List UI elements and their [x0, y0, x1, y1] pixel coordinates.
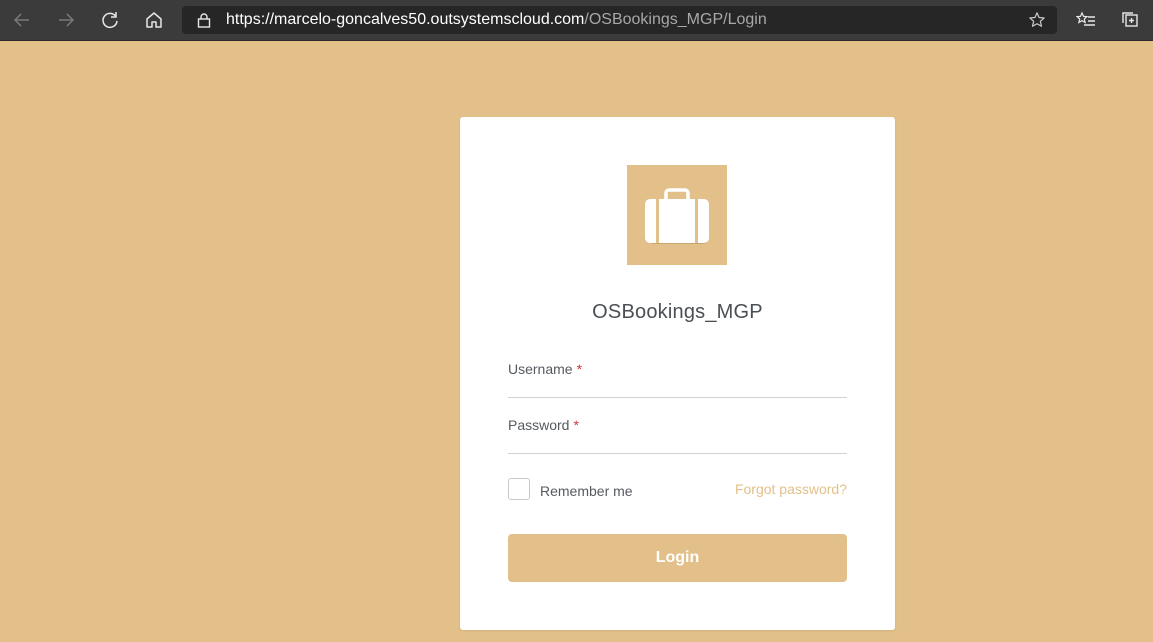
home-icon[interactable] — [142, 8, 166, 32]
remember-me-checkbox[interactable] — [508, 478, 530, 500]
refresh-icon[interactable] — [98, 8, 122, 32]
back-arrow-icon[interactable] — [10, 8, 34, 32]
remember-me-label[interactable]: Remember me — [540, 483, 633, 499]
favorite-star-icon[interactable] — [1027, 10, 1047, 30]
collections-icon[interactable] — [1118, 8, 1142, 32]
address-bar[interactable]: https://marcelo-goncalves50.outsystemscl… — [182, 6, 1057, 34]
password-input[interactable] — [508, 417, 851, 455]
username-input[interactable] — [508, 361, 851, 399]
login-card: OSBookings_MGP Username * Password * Remem… — [460, 117, 895, 630]
username-field[interactable]: Username * — [508, 361, 851, 399]
login-button[interactable]: Login — [508, 534, 847, 582]
url-text: https://marcelo-goncalves50.outsystemscl… — [226, 11, 767, 29]
lock-icon — [197, 13, 211, 28]
forward-arrow-icon[interactable] — [54, 8, 78, 32]
app-logo — [627, 165, 727, 265]
briefcase-icon — [645, 188, 709, 244]
url-host: https://marcelo-goncalves50.outsystemscl… — [226, 11, 585, 28]
favorites-list-icon[interactable] — [1074, 8, 1098, 32]
browser-toolbar: https://marcelo-goncalves50.outsystemscl… — [0, 0, 1153, 41]
forgot-password-link[interactable]: Forgot password? — [735, 481, 847, 497]
app-name: OSBookings_MGP — [592, 301, 763, 323]
url-path: /OSBookings_MGP/Login — [584, 11, 767, 28]
password-field[interactable]: Password * — [508, 417, 851, 455]
